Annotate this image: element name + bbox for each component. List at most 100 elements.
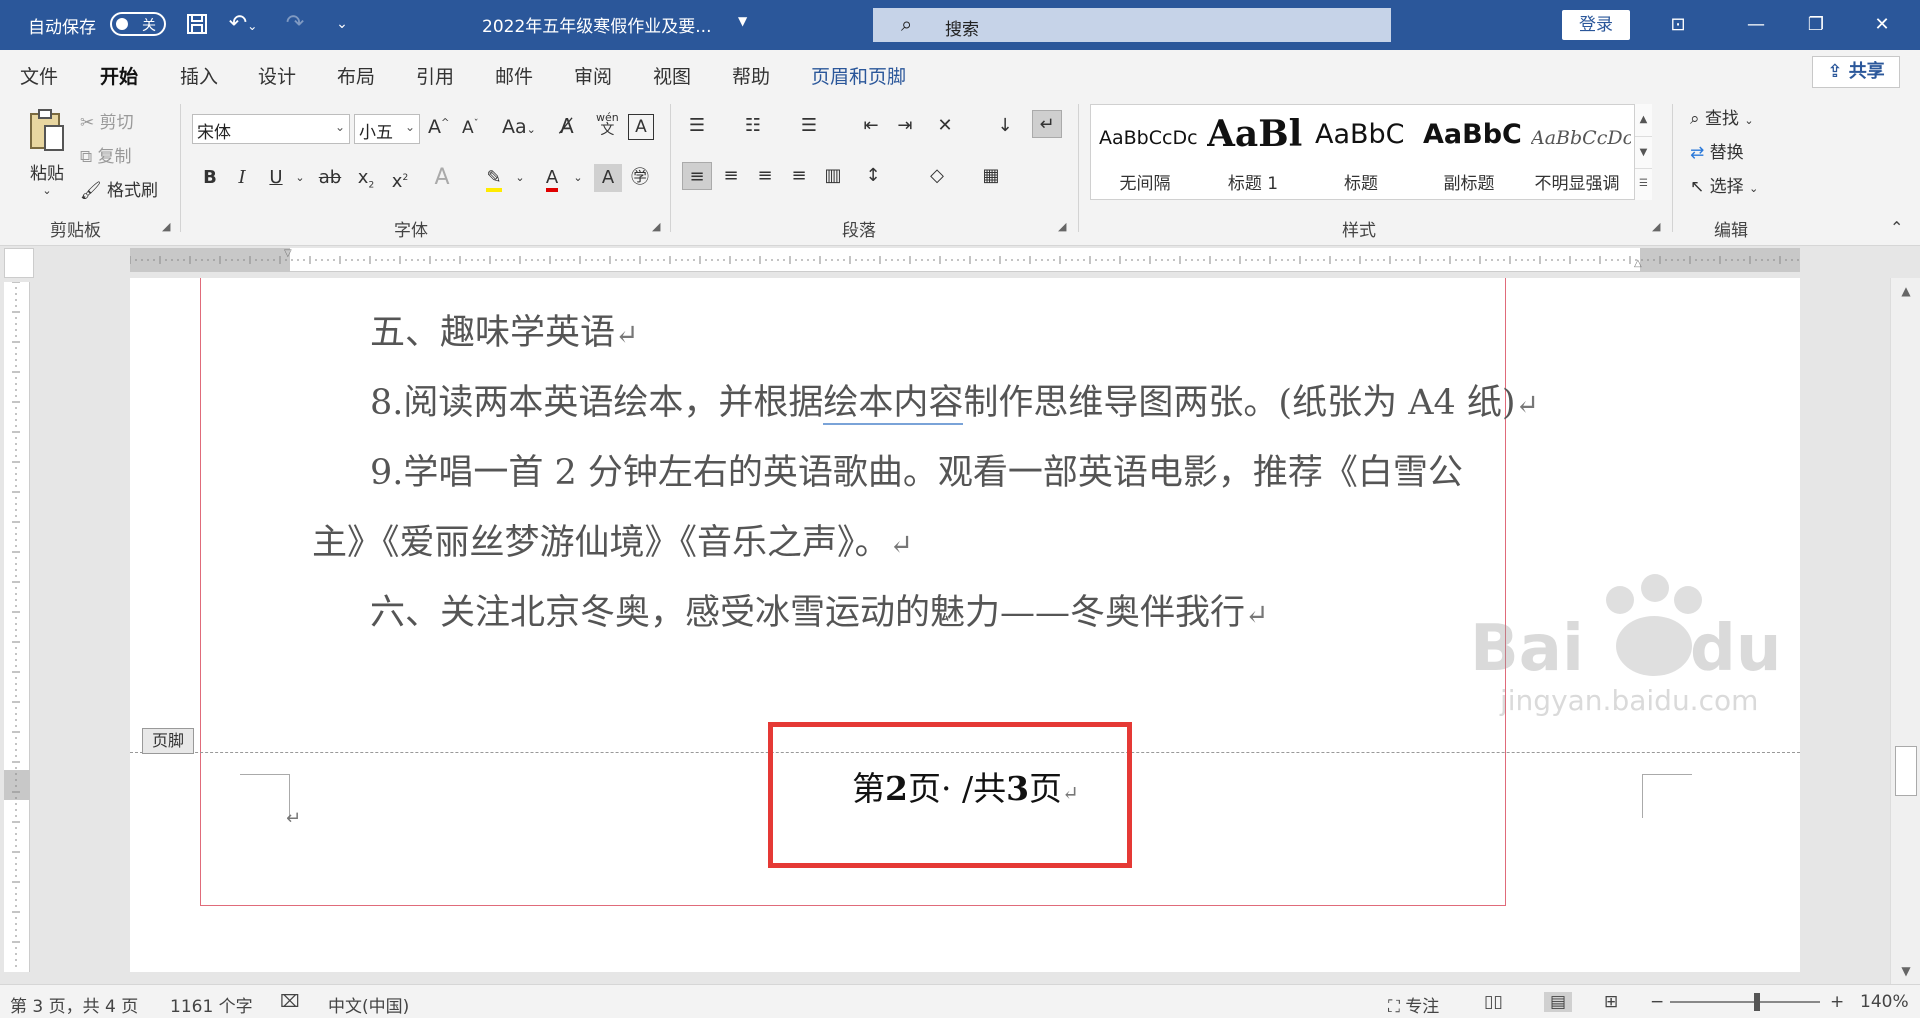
highlight-dropdown-icon[interactable]: ⌄ (506, 164, 534, 192)
tab-insert[interactable]: 插入 (180, 62, 218, 89)
chevron-down-icon[interactable]: ▼ (1635, 136, 1652, 168)
distributed-icon[interactable]: ▥ (818, 162, 848, 190)
styles-scroll[interactable]: ▲ ▼ ☰ (1634, 104, 1652, 200)
tab-help[interactable]: 帮助 (732, 62, 770, 89)
phonetic-guide-icon[interactable]: wén 文 (596, 112, 619, 138)
print-layout-icon[interactable]: ▤ (1544, 992, 1573, 1012)
styles-launcher-icon[interactable]: ◢ (1652, 220, 1660, 233)
zoom-out-icon[interactable]: − (1650, 992, 1664, 1012)
find-button[interactable]: ⌕ 查找 ⌄ (1690, 104, 1754, 129)
doc-paragraph[interactable]: 8.阅读两本英语绘本，并根据绘本内容制作思维导图两张。(纸张为 A4 纸)↵ (370, 374, 1539, 425)
language-indicator[interactable]: 中文(中国) (328, 992, 409, 1017)
collapse-ribbon-icon[interactable]: ⌃ (1890, 218, 1903, 237)
page-count[interactable]: 第 3 页，共 4 页 (10, 992, 138, 1017)
font-color-dropdown-icon[interactable]: ⌄ (564, 164, 592, 192)
autosave-toggle[interactable]: 关 (110, 12, 166, 36)
vertical-scrollbar[interactable]: ▲ ▼ (1890, 278, 1920, 984)
tab-selector[interactable] (4, 248, 34, 278)
vertical-ruler[interactable] (4, 282, 30, 972)
clipboard-launcher-icon[interactable]: ◢ (162, 220, 170, 233)
ribbon-display-icon[interactable]: ⊡ (1658, 10, 1698, 40)
bold-icon[interactable]: B (196, 164, 224, 192)
save-icon[interactable] (182, 8, 212, 40)
character-border-icon[interactable]: A (628, 114, 654, 140)
paste-button[interactable]: 粘贴 ⌄ (22, 108, 72, 197)
character-shading-icon[interactable]: A (594, 164, 622, 192)
word-count[interactable]: 1161 个字 (170, 992, 253, 1017)
increase-indent-icon[interactable]: ⇥ (890, 112, 920, 140)
tab-layout[interactable]: 布局 (337, 62, 375, 89)
font-name-select[interactable]: 宋体 ⌄ (192, 114, 350, 144)
style-subtitle[interactable]: AaBbC 副标题 (1415, 105, 1523, 201)
web-layout-icon[interactable]: ⊞ (1604, 992, 1618, 1012)
sort-icon[interactable]: ↓ (990, 112, 1020, 140)
select-button[interactable]: ↖ 选择 ⌄ (1690, 172, 1758, 197)
customize-toolbar-icon[interactable]: ⌄ (330, 8, 354, 40)
style-subtle-emphasis[interactable]: AaBbCcDc 不明显强调 (1523, 105, 1631, 201)
style-no-spacing[interactable]: AaBbCcDc 无间隔 (1091, 105, 1199, 201)
tab-home[interactable]: 开始 (100, 62, 139, 98)
scroll-thumb[interactable] (1895, 746, 1917, 796)
enclosed-characters-icon[interactable]: ㊫ (626, 164, 654, 192)
more-styles-icon[interactable]: ☰ (1635, 168, 1652, 198)
copy-button[interactable]: ⧉ 复制 (80, 142, 132, 167)
doc-paragraph[interactable]: 主》《爱丽丝梦游仙境》《音乐之声》。↵ (312, 514, 913, 565)
decrease-indent-icon[interactable]: ⇤ (856, 112, 886, 140)
search-input[interactable]: ⌕ 搜索 (873, 8, 1391, 42)
chevron-up-icon[interactable]: ▲ (1635, 104, 1652, 136)
text-effects-icon[interactable]: A (428, 164, 456, 192)
minimize-icon[interactable]: — (1736, 10, 1776, 40)
tab-references[interactable]: 引用 (416, 62, 454, 89)
doc-paragraph[interactable]: 六、关注北京冬奥，感受冰雪运动的魅力——冬奥伴我行↵ (370, 584, 1268, 635)
font-color-icon[interactable]: A (538, 164, 566, 192)
right-indent-marker-icon[interactable]: △ (1634, 258, 1642, 269)
bullets-icon[interactable]: ☰ (682, 112, 712, 140)
paragraph-launcher-icon[interactable]: ◢ (1058, 220, 1066, 233)
chinese-layout-icon[interactable]: ✕ (930, 112, 960, 140)
justify-icon[interactable]: ≡ (784, 162, 814, 190)
focus-mode-button[interactable]: ⛶ 专注 (1388, 992, 1439, 1017)
align-right-icon[interactable]: ≡ (750, 162, 780, 190)
horizontal-ruler[interactable]: ▽ △ (130, 248, 1800, 272)
borders-icon[interactable]: ▦ (976, 162, 1006, 190)
redo-icon[interactable]: ↷ (280, 8, 310, 40)
cut-button[interactable]: ✂ 剪切 (80, 108, 134, 133)
zoom-level[interactable]: 140% (1860, 992, 1909, 1012)
zoom-slider-thumb[interactable] (1754, 993, 1760, 1011)
document-title[interactable]: 2022年五年级寒假作业及要... (482, 12, 711, 37)
style-heading-1[interactable]: AaBl 标题 1 (1199, 105, 1307, 201)
italic-icon[interactable]: I (228, 164, 256, 192)
highlight-icon[interactable]: ✎ (480, 164, 508, 192)
tab-mailings[interactable]: 邮件 (495, 62, 533, 89)
grow-font-icon[interactable]: A^ (428, 116, 449, 138)
numbering-icon[interactable]: ☷ (738, 112, 768, 140)
clear-format-icon[interactable]: A̸ (560, 114, 574, 138)
tab-header-footer[interactable]: 页眉和页脚 (811, 62, 906, 89)
font-launcher-icon[interactable]: ◢ (652, 220, 660, 233)
restore-icon[interactable]: ❐ (1796, 10, 1836, 40)
login-button[interactable]: 登录 (1562, 10, 1630, 40)
multilevel-list-icon[interactable]: ☰ (794, 112, 824, 140)
read-mode-icon[interactable]: ▯▯ (1484, 992, 1503, 1012)
font-size-select[interactable]: 小五 ⌄ (354, 114, 420, 144)
share-button[interactable]: ⇪ 共享 (1812, 56, 1900, 88)
shrink-font-icon[interactable]: Aˇ (462, 118, 479, 138)
tab-view[interactable]: 视图 (653, 62, 691, 89)
indent-marker-icon[interactable]: ▽ (284, 248, 292, 259)
scroll-down-icon[interactable]: ▼ (1891, 964, 1920, 978)
subscript-icon[interactable]: x2 (352, 164, 380, 192)
scroll-up-icon[interactable]: ▲ (1891, 284, 1920, 298)
title-dropdown-icon[interactable]: ▼ (738, 14, 747, 28)
align-center-icon[interactable]: ≡ (716, 162, 746, 190)
change-case-icon[interactable]: Aa⌄ (502, 116, 536, 138)
strikethrough-icon[interactable]: ab (316, 164, 344, 192)
close-icon[interactable]: ✕ (1862, 10, 1902, 40)
line-spacing-icon[interactable]: ↕ (858, 162, 888, 190)
align-left-icon[interactable]: ≡ (682, 162, 712, 190)
paste-dropdown-icon[interactable]: ⌄ (22, 184, 72, 197)
footer-tag[interactable]: 页脚 (142, 728, 194, 754)
style-title[interactable]: AaBbC 标题 (1307, 105, 1415, 201)
zoom-slider[interactable] (1670, 1001, 1820, 1003)
tab-design[interactable]: 设计 (258, 62, 296, 89)
underline-dropdown-icon[interactable]: ⌄ (286, 164, 314, 192)
